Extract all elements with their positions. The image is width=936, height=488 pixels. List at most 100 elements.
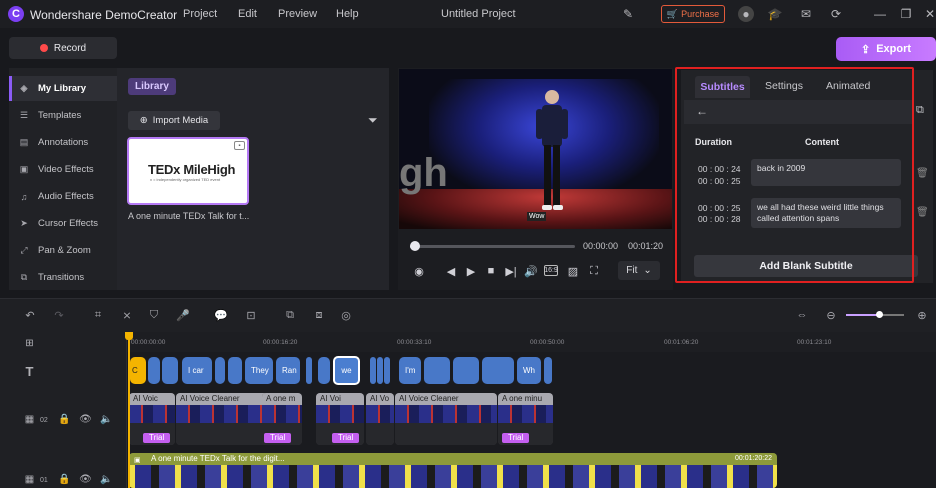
video-preview[interactable]: gh Wow [399,69,672,229]
snapshot-icon[interactable]: ◉ [411,263,427,279]
voice-clip[interactable]: AI Voice Cleaner [395,393,497,445]
sidebar-item-templates[interactable]: ☰ Templates [9,103,117,128]
playhead-handle[interactable] [125,332,133,340]
thumbnail-menu-icon[interactable]: ▪ [234,141,245,150]
main-video-clip[interactable]: A one minute TEDx Talk for the digit... [129,453,777,488]
subtitle-style-icon[interactable]: ⧉ [916,104,924,117]
undo-icon[interactable]: ↶ [22,307,38,323]
subtitle-clip[interactable]: Wh [517,357,541,384]
trash-icon[interactable]: 🗑 [916,207,929,218]
sidebar-item-transitions[interactable]: ⧉ Transitions [9,265,117,290]
fit-timeline-icon[interactable]: ⇔ [794,307,810,323]
voice-clip[interactable]: A one m Trial [262,393,302,445]
playhead[interactable] [128,332,130,488]
caption-icon[interactable]: 💬 [213,307,229,323]
menu-project[interactable]: Project [183,8,217,20]
sidebar-item-label: Annotations [38,137,89,148]
sidebar-item-video-effects[interactable]: ▣ Video Effects [9,157,117,182]
sidebar-item-cursor-effects[interactable]: ➤ Cursor Effects [9,211,117,236]
avatar-icon[interactable]: ● [738,6,754,22]
sidebar-item-my-library[interactable]: ◈ My Library [9,76,117,101]
subtitle-clip[interactable]: I car [182,357,212,384]
learn-icon[interactable]: 🎓 [767,6,783,22]
minimize-icon[interactable]: — [872,6,888,22]
subtitle-clip[interactable] [384,357,390,384]
import-media-button[interactable]: ⊕ Import Media [128,111,220,130]
subtitle-clip[interactable]: They [245,357,273,384]
redo-icon[interactable]: ↷ [51,307,67,323]
menu-preview[interactable]: Preview [278,8,317,20]
purchase-button[interactable]: 🛒 Purchase [661,5,725,23]
crop-icon[interactable]: ⌗ [90,307,106,323]
notes-icon[interactable]: ✎ [620,6,636,22]
stop-icon[interactable]: ■ [483,263,499,279]
subtitle-clip[interactable] [148,357,160,384]
voice-clip[interactable]: AI Vo [366,393,394,445]
subtitle-clip-selected[interactable]: we [333,356,360,385]
marker-icon[interactable]: ◎ [338,307,354,323]
voice-clip[interactable]: A one minu Trial [498,393,553,445]
fit-select[interactable]: Fit ⌄ [618,261,660,280]
subtitle-clip[interactable] [453,357,479,384]
trash-icon[interactable]: 🗑 [916,168,929,179]
subtitle-clip[interactable] [306,357,312,384]
overlay-icon[interactable]: ⧉ [282,307,298,323]
speaker-icon[interactable]: 🔈 [100,473,113,486]
subtitle-clip[interactable]: C [130,357,146,384]
eye-icon[interactable]: 👁 [79,413,92,426]
progress-handle[interactable] [410,241,420,251]
sidebar-item-pan-zoom[interactable]: ⤢ Pan & Zoom [9,238,117,263]
zoom-out-icon[interactable]: ⊖ [823,307,839,323]
project-title: Untitled Project [441,8,516,20]
tab-library[interactable]: Library [128,78,176,95]
menu-help[interactable]: Help [336,8,359,20]
ai-tools-icon[interactable]: ⧈ [311,307,327,323]
grid-icon[interactable]: ▨ [565,263,581,279]
voice-clip[interactable]: AI Voic Trial [129,393,175,445]
text-box-icon[interactable]: ⊡ [243,307,259,323]
zoom-in-icon[interactable]: ⊕ [914,307,930,323]
menu-edit[interactable]: Edit [238,8,257,20]
video-track-icon: ▦ [24,414,35,425]
filter-icon[interactable]: ⏷ [368,113,378,128]
speaker-icon[interactable]: 🔈 [100,413,113,426]
voice-clip[interactable]: AI Voi Trial [316,393,364,445]
sync-icon[interactable]: ⟳ [828,6,844,22]
lock-icon[interactable]: 🔒 [58,413,71,426]
fullscreen-icon[interactable]: ⛶ [586,263,602,279]
sidebar-item-annotations[interactable]: ▤ Annotations [9,130,117,155]
subtitle-clip[interactable]: Ran [276,357,300,384]
record-label: Record [53,42,87,54]
record-button[interactable]: Record [9,37,117,59]
lock-icon[interactable]: 🔒 [58,473,71,486]
subtitle-clip[interactable] [162,357,178,384]
clip-filmstrip [498,405,553,423]
subtitle-clip[interactable] [228,357,242,384]
shield-icon[interactable]: ⛉ [146,307,162,323]
restore-icon[interactable]: ❐ [898,6,914,22]
subtitle-clip[interactable] [544,357,552,384]
subtitle-clip[interactable] [482,357,514,384]
subtitle-clip[interactable] [377,357,383,384]
clip-title: AI Vo [366,393,394,405]
subtitle-clip[interactable]: I'm [399,357,421,384]
subtitle-clip[interactable] [424,357,450,384]
zoom-slider-handle[interactable] [876,311,883,318]
subtitle-clip[interactable] [370,357,376,384]
subtitle-clip[interactable] [215,357,225,384]
add-track-icon[interactable]: ⊞ [23,337,36,350]
aspect-ratio-icon[interactable]: 16:9 [544,265,558,276]
mic-icon[interactable]: 🎤 [175,307,191,323]
eye-icon[interactable]: 👁 [79,473,92,486]
sidebar-item-audio-effects[interactable]: ♫ Audio Effects [9,184,117,209]
close-icon[interactable]: ✕ [922,6,936,22]
prev-frame-icon[interactable]: ◀ [443,263,459,279]
next-frame-icon[interactable]: ▶| [503,263,519,279]
split-icon[interactable]: ⨯ [119,307,135,323]
export-button[interactable]: ⇪ Export [836,37,936,61]
volume-icon[interactable]: 🔊 [523,263,539,279]
subtitle-clip[interactable] [318,357,330,384]
play-icon[interactable]: ▶ [463,263,479,279]
mail-icon[interactable]: ✉ [798,6,814,22]
playback-progress-bar[interactable] [410,245,575,248]
